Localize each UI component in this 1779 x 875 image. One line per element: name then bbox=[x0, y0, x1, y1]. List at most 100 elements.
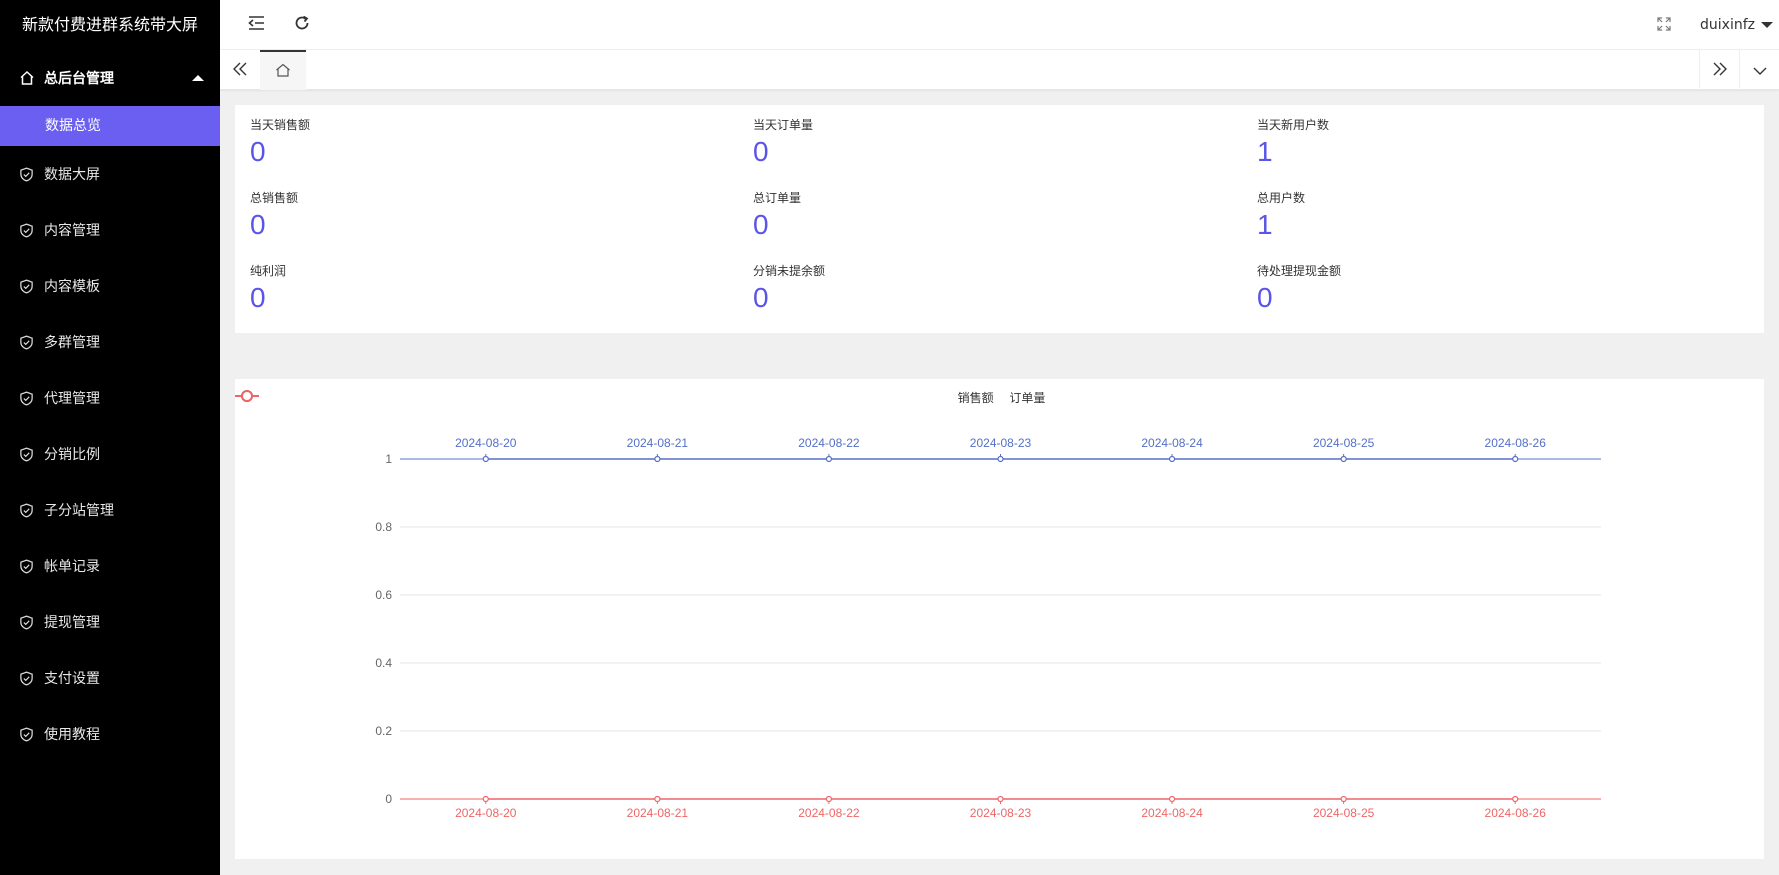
y-tick-label: 0.4 bbox=[375, 656, 392, 670]
tab-bar bbox=[220, 50, 1779, 90]
data-point bbox=[1512, 455, 1519, 463]
sidebar-item[interactable]: 内容模板 bbox=[0, 258, 220, 314]
stat-today-sales: 当天销售额 0 bbox=[250, 116, 730, 170]
stat-label: 总销售额 bbox=[250, 191, 299, 205]
stat-today-orders: 当天订单量 0 bbox=[753, 116, 1233, 170]
shield-check-icon bbox=[19, 502, 34, 518]
x-tick-label: 2024-08-23 bbox=[970, 806, 1032, 820]
data-point bbox=[1168, 795, 1176, 803]
sidebar-item-label: 内容管理 bbox=[44, 223, 100, 239]
stat-total-orders: 总订单量 0 bbox=[753, 189, 1233, 243]
shield-check-icon bbox=[19, 390, 34, 406]
data-point bbox=[825, 795, 833, 803]
user-menu[interactable]: duixinfz bbox=[1700, 0, 1779, 50]
x-tick-label: 2024-08-24 bbox=[1141, 806, 1203, 820]
x-tick-label: 2024-08-26 bbox=[1485, 436, 1547, 450]
x-tick-label: 2024-08-26 bbox=[1485, 806, 1547, 820]
stat-label: 总用户数 bbox=[1257, 191, 1306, 205]
top-header: duixinfz bbox=[220, 0, 1779, 50]
shield-check-icon bbox=[19, 614, 34, 630]
sidebar-item-data-overview[interactable]: 数据总览 bbox=[0, 106, 220, 146]
stat-total-sales: 总销售额 0 bbox=[250, 189, 730, 243]
data-point bbox=[482, 455, 489, 463]
stat-value: 0 bbox=[250, 209, 266, 240]
stat-label: 当天销售额 bbox=[250, 118, 311, 132]
stat-label: 待处理提现金额 bbox=[1257, 264, 1342, 278]
menu-fold-icon bbox=[248, 15, 266, 35]
chart-card: 销售额 订单量 0 0.2 0.4 0.6 0.8 1 2024-08-20 2024-08-… bbox=[235, 379, 1764, 859]
stat-value: 0 bbox=[250, 136, 266, 167]
sidebar-item[interactable]: 数据大屏 bbox=[0, 146, 220, 202]
sidebar-item[interactable]: 子分站管理 bbox=[0, 482, 220, 538]
x-tick-label: 2024-08-25 bbox=[1313, 806, 1375, 820]
sidebar-item[interactable]: 提现管理 bbox=[0, 594, 220, 650]
data-point bbox=[997, 455, 1004, 463]
y-tick-label: 0.6 bbox=[375, 588, 392, 602]
stat-value: 1 bbox=[1257, 209, 1273, 240]
refresh-button[interactable] bbox=[283, 0, 321, 50]
caret-down-icon bbox=[1761, 22, 1773, 28]
caret-up-icon bbox=[192, 75, 204, 81]
stats-card: 当天销售额 0 当天订单量 0 当天新用户数 1 总销售额 0 总订单量 0 总… bbox=[235, 105, 1764, 333]
home-icon bbox=[19, 70, 35, 86]
shield-check-icon bbox=[19, 726, 34, 742]
sidebar-item[interactable]: 使用教程 bbox=[0, 706, 220, 762]
shield-check-icon bbox=[19, 222, 34, 238]
home-icon bbox=[275, 62, 291, 81]
sidebar-item-label: 分销比例 bbox=[44, 447, 100, 463]
sidebar-group-admin[interactable]: 总后台管理 bbox=[0, 50, 220, 106]
stat-value: 0 bbox=[753, 136, 769, 167]
stat-label: 当天新用户数 bbox=[1257, 118, 1330, 132]
menu-fold-button[interactable] bbox=[238, 0, 276, 50]
sidebar-item[interactable]: 内容管理 bbox=[0, 202, 220, 258]
stat-label: 纯利润 bbox=[250, 264, 287, 278]
fullscreen-icon bbox=[1657, 16, 1671, 35]
stat-label: 当天订单量 bbox=[753, 118, 814, 132]
stat-today-new-users: 当天新用户数 1 bbox=[1257, 116, 1737, 170]
sidebar-item[interactable]: 代理管理 bbox=[0, 370, 220, 426]
shield-check-icon bbox=[19, 334, 34, 350]
fullscreen-button[interactable] bbox=[1645, 0, 1683, 50]
stat-value: 0 bbox=[753, 209, 769, 240]
data-point bbox=[1168, 455, 1176, 463]
shield-check-icon bbox=[19, 166, 34, 182]
shield-check-icon bbox=[19, 278, 34, 294]
sidebar-item-label: 子分站管理 bbox=[44, 503, 114, 519]
stat-value: 0 bbox=[753, 282, 769, 313]
x-tick-label: 2024-08-20 bbox=[455, 806, 517, 820]
sidebar-item-label: 内容模板 bbox=[44, 279, 100, 295]
tab-options-button[interactable] bbox=[1739, 50, 1779, 90]
x-tick-label: 2024-08-21 bbox=[627, 436, 689, 450]
sidebar-item-label: 代理管理 bbox=[44, 391, 100, 407]
data-point bbox=[482, 795, 489, 803]
stat-pending-withdrawal: 待处理提现金额 0 bbox=[1257, 262, 1737, 316]
chevron-down-icon bbox=[1753, 61, 1767, 80]
tab-home[interactable] bbox=[260, 50, 306, 90]
stat-value: 0 bbox=[1257, 282, 1273, 313]
stat-label: 总订单量 bbox=[753, 191, 802, 205]
sidebar-group-label: 总后台管理 bbox=[44, 71, 114, 87]
x-tick-label: 2024-08-21 bbox=[627, 806, 689, 820]
sidebar-item-label: 帐单记录 bbox=[44, 559, 100, 575]
stat-label: 分销未提余额 bbox=[753, 264, 826, 278]
double-chevron-right-icon bbox=[1712, 61, 1728, 80]
sidebar-item[interactable]: 帐单记录 bbox=[0, 538, 220, 594]
x-tick-label: 2024-08-23 bbox=[970, 436, 1032, 450]
x-tick-label: 2024-08-22 bbox=[798, 436, 860, 450]
sidebar-item-label: 支付设置 bbox=[44, 671, 100, 687]
y-tick-label: 1 bbox=[385, 452, 392, 466]
data-point bbox=[654, 795, 661, 803]
sidebar-item[interactable]: 分销比例 bbox=[0, 426, 220, 482]
tab-scroll-right-button[interactable] bbox=[1699, 50, 1739, 90]
stat-value: 0 bbox=[250, 282, 266, 313]
data-point bbox=[1340, 795, 1347, 803]
sidebar-item[interactable]: 多群管理 bbox=[0, 314, 220, 370]
data-point bbox=[654, 455, 661, 463]
data-point bbox=[1512, 795, 1519, 803]
line-chart: 0 0.2 0.4 0.6 0.8 1 2024-08-20 2024-08-21 2024-0… bbox=[375, 436, 1601, 820]
stat-distribution-balance: 分销未提余额 0 bbox=[753, 262, 1233, 316]
data-point bbox=[997, 795, 1004, 803]
tab-scroll-left-button[interactable] bbox=[220, 50, 260, 90]
sidebar-item[interactable]: 支付设置 bbox=[0, 650, 220, 706]
x-tick-label: 2024-08-25 bbox=[1313, 436, 1375, 450]
